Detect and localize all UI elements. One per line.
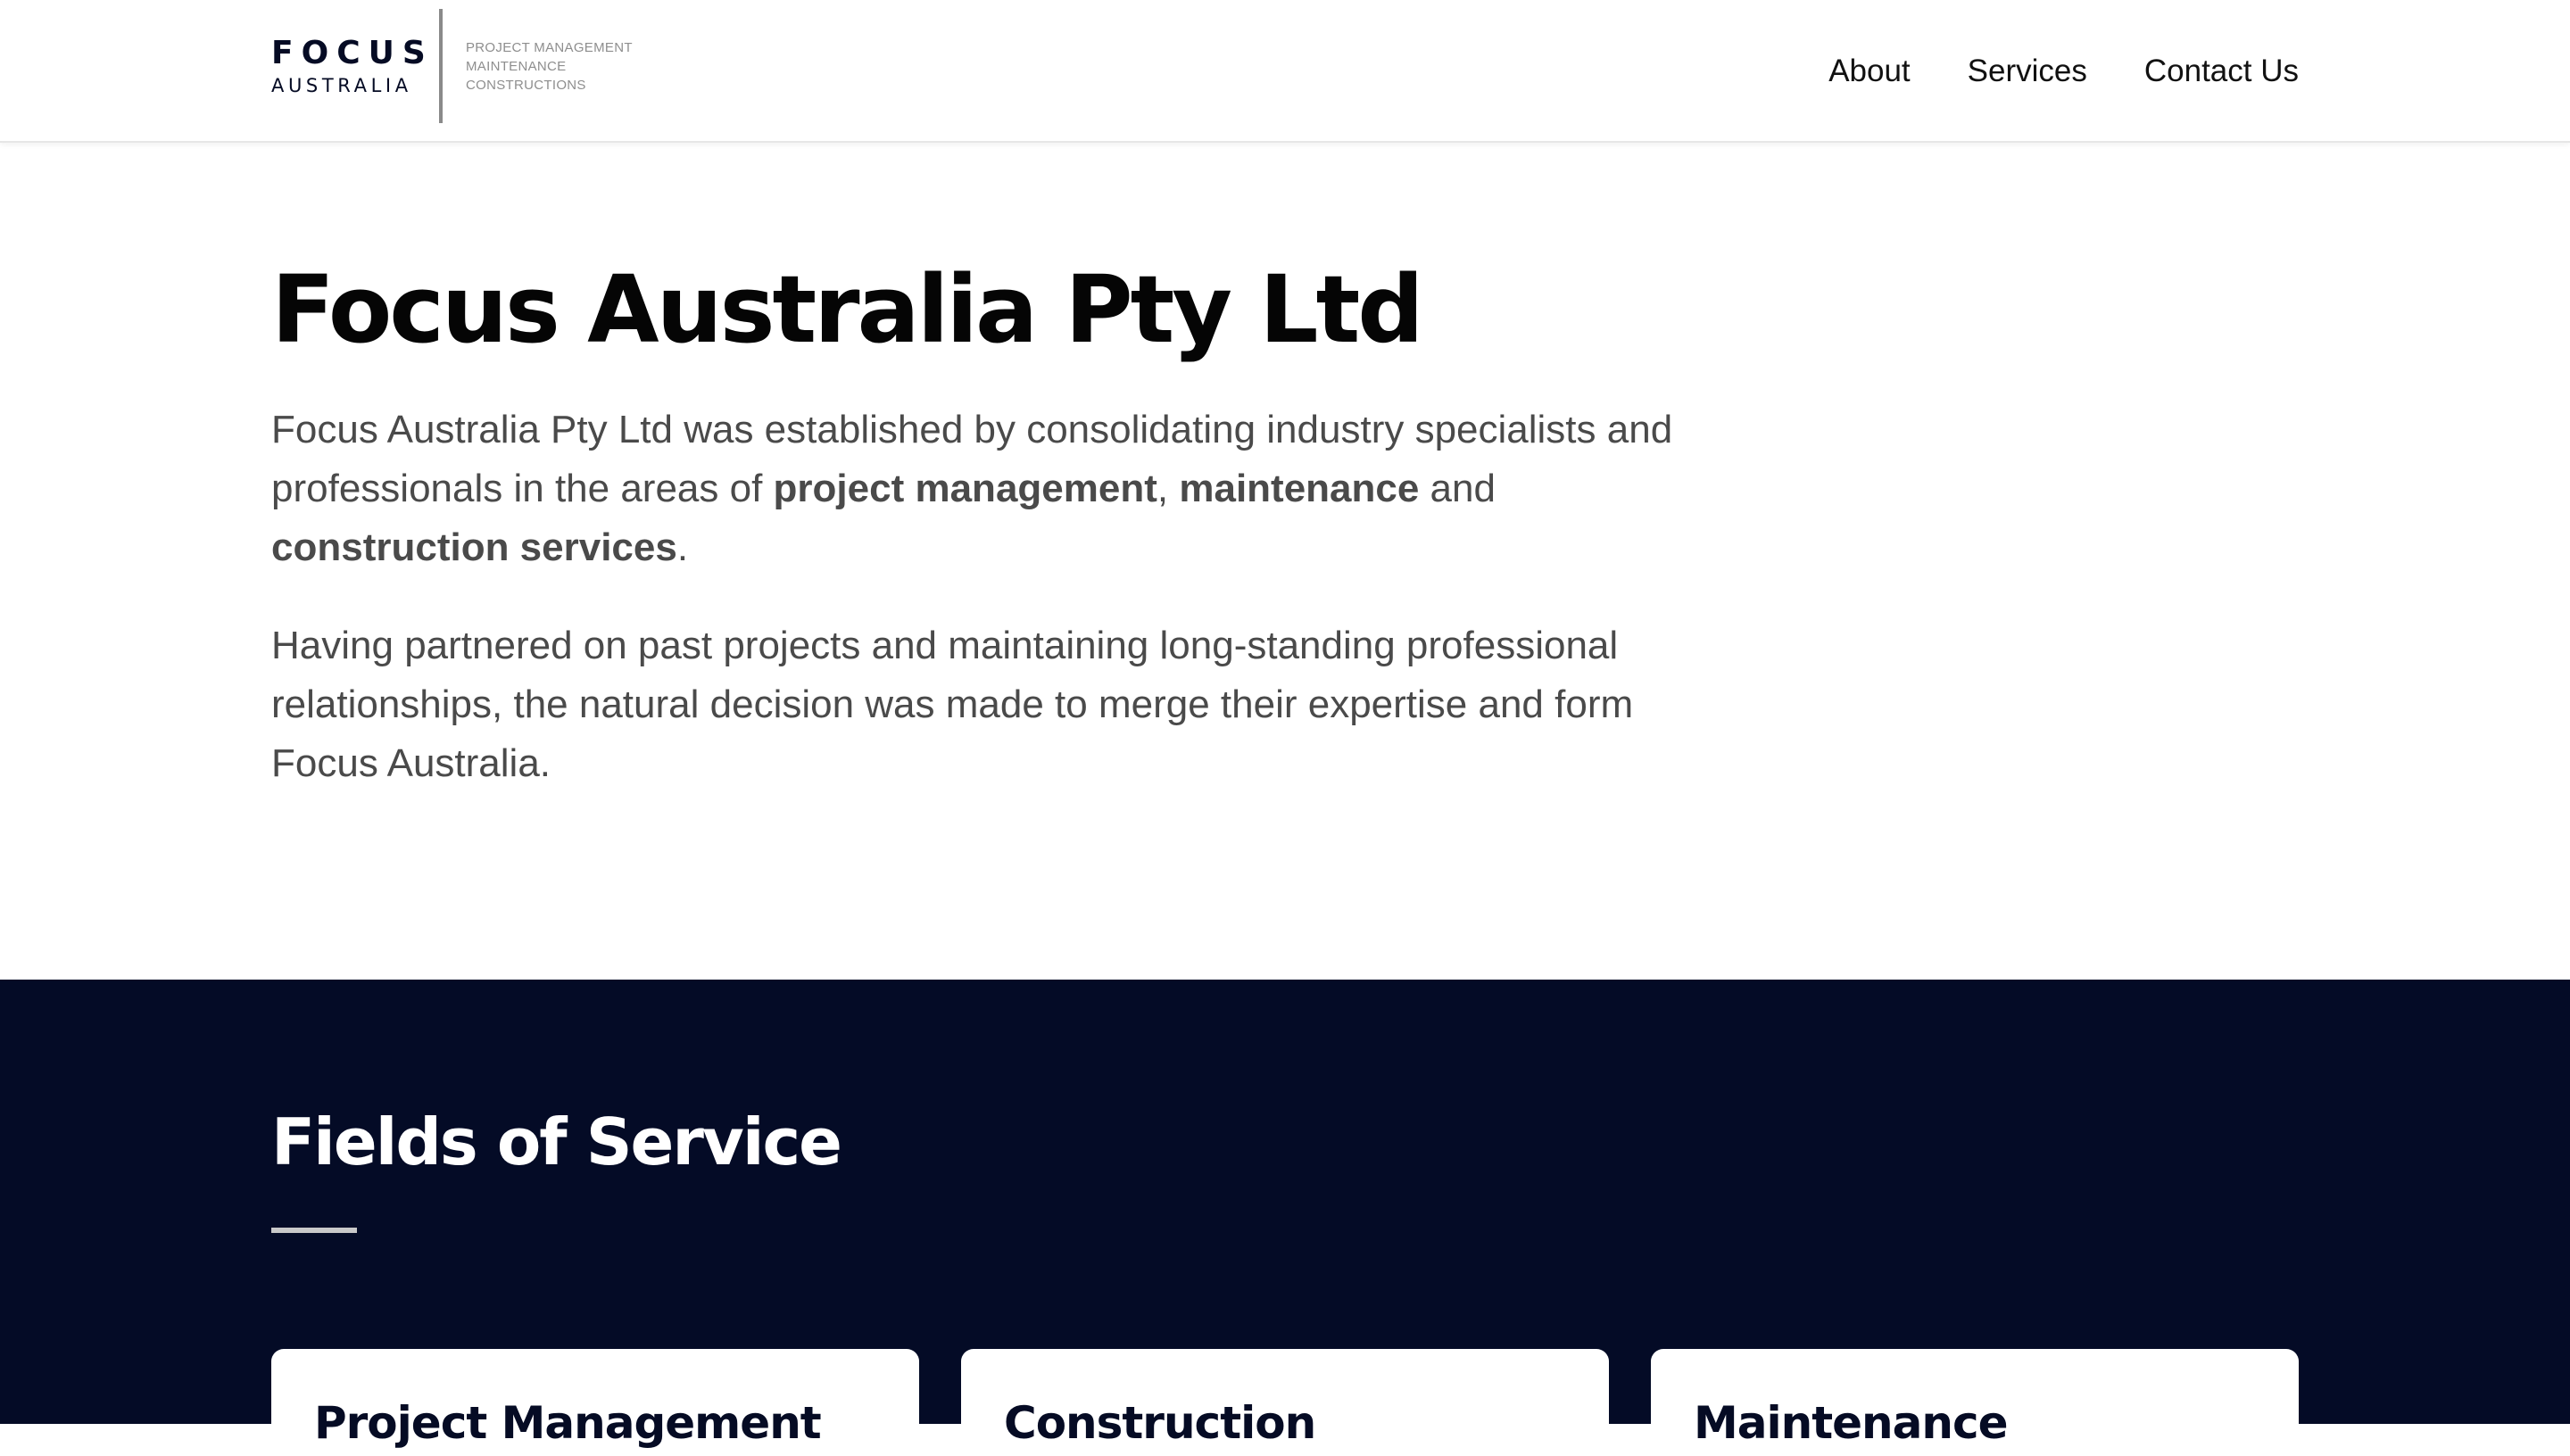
site-header: FOCUS AUSTRALIA PROJECT MANAGEMENT MAINT…	[0, 0, 2570, 143]
service-card-project-management[interactable]: Project Management	[271, 1349, 919, 1456]
about-content: Focus Australia Pty Ltd Focus Australia …	[271, 263, 1735, 793]
logo-wordmark: FOCUS AUSTRALIA	[271, 34, 434, 96]
nav-link-about[interactable]: About	[1828, 46, 1910, 96]
logo-tagline: PROJECT MANAGEMENT MAINTENANCE CONSTRUCT…	[466, 38, 633, 95]
sentence-end: .	[676, 525, 689, 569]
highlight-project-management: project management	[773, 467, 1157, 510]
page-title: Focus Australia Pty Ltd	[271, 255, 1424, 364]
logo-tagline-line: PROJECT MANAGEMENT	[466, 39, 633, 55]
brand-logo[interactable]: FOCUS AUSTRALIA PROJECT MANAGEMENT MAINT…	[271, 9, 633, 123]
service-card-title: Project Management	[314, 1397, 822, 1449]
main-nav: About Services Contact Us	[1828, 46, 2299, 96]
logo-word-australia: AUSTRALIA	[271, 74, 412, 96]
service-card-title: Construction	[1004, 1397, 1316, 1449]
logo-tagline-line: CONSTRUCTIONS	[466, 77, 586, 93]
logo-tagline-line: MAINTENANCE	[466, 58, 567, 74]
highlight-maintenance: maintenance	[1179, 467, 1420, 510]
highlight-construction-services: construction services	[271, 525, 677, 569]
separator-text: and	[1419, 467, 1496, 510]
services-heading: Fields of Service	[271, 1104, 842, 1179]
services-section: Fields of Service Project Management Con…	[0, 980, 2570, 1456]
service-card-title: Maintenance	[1694, 1397, 2009, 1449]
separator-text: ,	[1156, 467, 1180, 510]
logo-divider	[439, 9, 443, 123]
logo-word-focus: FOCUS	[271, 34, 434, 71]
service-card-construction[interactable]: Construction	[961, 1349, 1609, 1456]
about-paragraph-2: Having partnered on past projects and ma…	[271, 624, 1634, 785]
service-card-maintenance[interactable]: Maintenance	[1651, 1349, 2299, 1456]
heading-underline	[271, 1228, 357, 1233]
nav-link-services[interactable]: Services	[1968, 46, 2087, 96]
about-section: Focus Australia Pty Ltd Focus Australia …	[0, 143, 2570, 980]
about-paragraph-1: Focus Australia Pty Ltd was established …	[271, 401, 1735, 577]
nav-link-contact-us[interactable]: Contact Us	[2144, 46, 2299, 96]
